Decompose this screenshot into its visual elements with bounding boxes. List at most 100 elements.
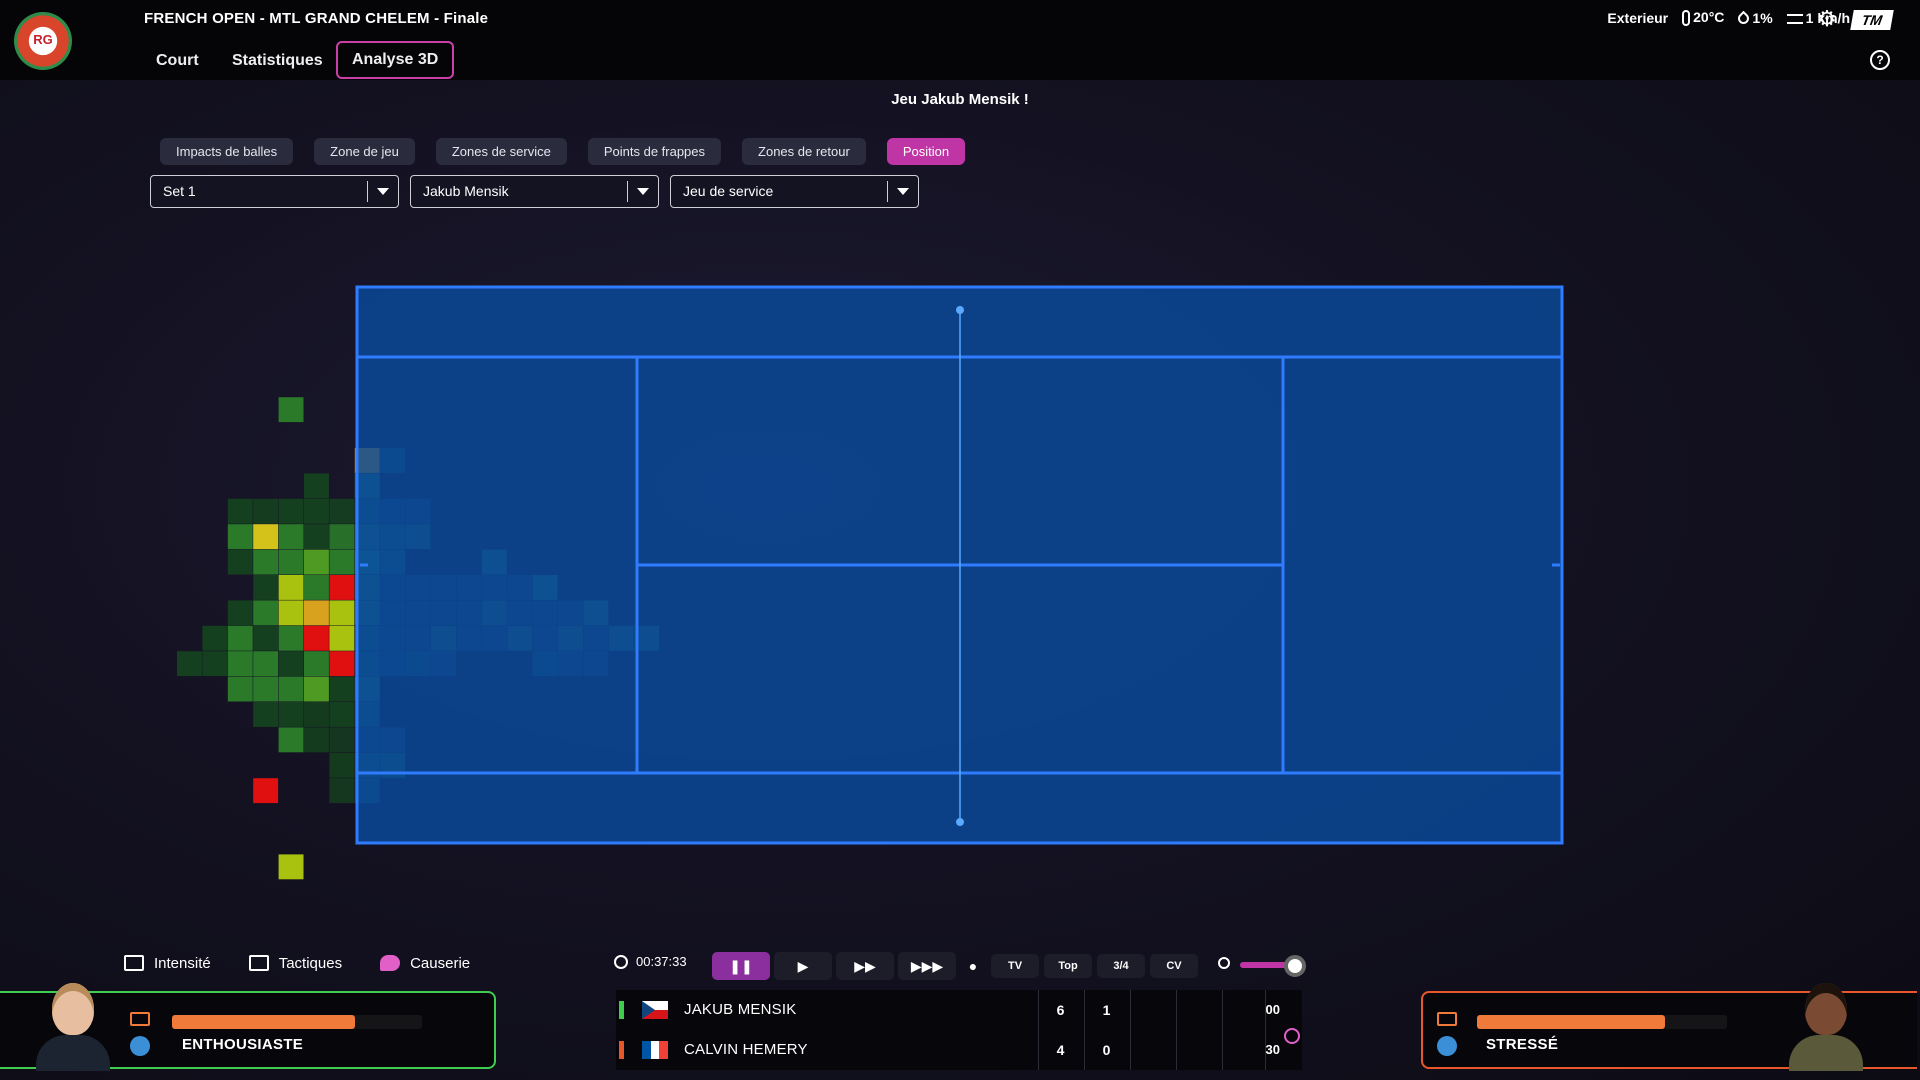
- heatmap-cell: [253, 498, 279, 524]
- mood-icon: [1437, 1036, 1457, 1056]
- scoreboard: JAKUB MENSIK 6 1 00 CALVIN HEMERY 4 0 30: [616, 990, 1302, 1070]
- heatmap-cell: [329, 524, 355, 550]
- heatmap-cell: [227, 498, 253, 524]
- intensity-button[interactable]: Intensité: [124, 950, 221, 976]
- heatmap-cell: [304, 651, 329, 677]
- camera-views: ● TV Top 3/4 CV: [962, 954, 1198, 978]
- set-score: 0: [1084, 1030, 1128, 1070]
- heatmap-cell: [278, 397, 304, 423]
- match-time: 00:37:33: [636, 954, 687, 969]
- play-icon: ▶: [797, 958, 809, 974]
- set-score: [1130, 1030, 1174, 1070]
- heatmap-cell: [227, 549, 253, 575]
- heatmap-cell: [227, 524, 253, 550]
- heatmap-cell: [227, 651, 253, 677]
- playback-controls: ❚❚ ▶ ▶▶ ▶▶▶: [712, 952, 956, 980]
- tennis-court-view[interactable]: [0, 0, 1920, 1080]
- view-three-quarter[interactable]: 3/4: [1097, 954, 1145, 978]
- heatmap-cell: [253, 651, 279, 677]
- view-tv[interactable]: TV: [991, 954, 1039, 978]
- heatmap-cell: [278, 524, 304, 550]
- heatmap-cell: [304, 676, 329, 702]
- heatmap-cell: [304, 727, 329, 753]
- pause-button[interactable]: ❚❚: [712, 952, 770, 980]
- chat-label: Causerie: [410, 954, 471, 972]
- match-timer: 00:37:33: [614, 954, 687, 969]
- set-score: 6: [1038, 990, 1082, 1030]
- stopwatch-icon: [614, 954, 628, 969]
- heatmap-cell: [278, 549, 304, 575]
- heatmap-cell: [227, 600, 253, 626]
- chat-button[interactable]: Causerie: [380, 950, 480, 976]
- score-row-home: JAKUB MENSIK 6 1 00: [616, 990, 1302, 1030]
- heatmap-cell: [227, 676, 253, 702]
- tennis-court: [355, 285, 1564, 845]
- france-flag-icon: [642, 1041, 668, 1059]
- heatmap-cell: [304, 702, 329, 727]
- heatmap-cell: [329, 651, 355, 677]
- coach-actions: Intensité Tactiques Causerie: [124, 950, 480, 976]
- tactics-icon: [248, 955, 269, 971]
- heatmap-cell: [329, 600, 355, 626]
- energy-icon: [130, 1012, 150, 1026]
- heatmap-cell: [304, 498, 329, 524]
- player-marker: [619, 1041, 624, 1059]
- energy-bar: [1477, 1015, 1727, 1029]
- heatmap-cell: [278, 854, 304, 880]
- heatmap-cell: [329, 498, 355, 524]
- heatmap-cell: [227, 625, 253, 651]
- score-row-away: CALVIN HEMERY 4 0 30: [616, 1030, 1302, 1070]
- player-name: CALVIN HEMERY: [684, 1041, 808, 1058]
- heatmap-cell: [329, 702, 355, 727]
- heatmap-cell: [329, 625, 355, 651]
- heatmap-cell: [177, 651, 202, 677]
- chat-icon: [380, 955, 401, 971]
- net-post-bottom: [956, 818, 964, 826]
- mood-icon: [130, 1036, 150, 1056]
- home-player-card[interactable]: ENTHOUSIASTE: [0, 983, 496, 1071]
- camera-icon[interactable]: ●: [962, 954, 984, 978]
- heatmap-cell: [253, 778, 279, 804]
- fast-forward-button[interactable]: ▶▶: [836, 952, 894, 980]
- heatmap-cell: [329, 778, 355, 804]
- pause-icon: ❚❚: [729, 958, 753, 974]
- heatmap-cell: [278, 600, 304, 626]
- heatmap-cell: [304, 473, 329, 499]
- heatmap-cell: [278, 651, 304, 677]
- heatmap-cell: [304, 600, 329, 626]
- play-button[interactable]: ▶: [774, 952, 832, 980]
- intensity-icon: [124, 955, 144, 971]
- mood-label: ENTHOUSIASTE: [182, 1036, 304, 1053]
- heatmap-cell: [278, 676, 304, 702]
- heatmap-cell: [329, 575, 355, 600]
- fastest-forward-button[interactable]: ▶▶▶: [898, 952, 956, 980]
- tactics-label: Tactiques: [278, 954, 343, 972]
- serve-icon: [1284, 1028, 1300, 1044]
- heatmap-cell: [329, 549, 355, 575]
- set-score: [1130, 990, 1174, 1030]
- heatmap-cell: [278, 575, 304, 600]
- czech-flag-icon: [642, 1001, 668, 1019]
- heatmap-cell: [329, 727, 355, 753]
- heatmap-cell: [329, 752, 355, 778]
- heatmap-cell: [253, 600, 279, 626]
- heatmap-cell: [278, 625, 304, 651]
- view-cv[interactable]: CV: [1150, 954, 1198, 978]
- heatmap-cell: [253, 625, 279, 651]
- fast-forward-icon: ▶▶: [854, 958, 876, 974]
- player-marker: [619, 1001, 624, 1019]
- heatmap-cell: [329, 676, 355, 702]
- tactics-button[interactable]: Tactiques: [248, 950, 352, 976]
- away-player-card[interactable]: STRESSÉ: [1421, 983, 1917, 1071]
- avatar: [34, 979, 112, 1071]
- view-top[interactable]: Top: [1044, 954, 1092, 978]
- heatmap-cell: [304, 575, 329, 600]
- heatmap-cell: [253, 575, 279, 600]
- heatmap-cell: [253, 676, 279, 702]
- zoom-slider-handle[interactable]: [1284, 955, 1306, 977]
- heatmap-cell: [253, 702, 279, 727]
- player-name: JAKUB MENSIK: [684, 1001, 797, 1018]
- heatmap-cell: [304, 625, 329, 651]
- heatmap-cell: [304, 549, 329, 575]
- energy-icon: [1437, 1012, 1457, 1026]
